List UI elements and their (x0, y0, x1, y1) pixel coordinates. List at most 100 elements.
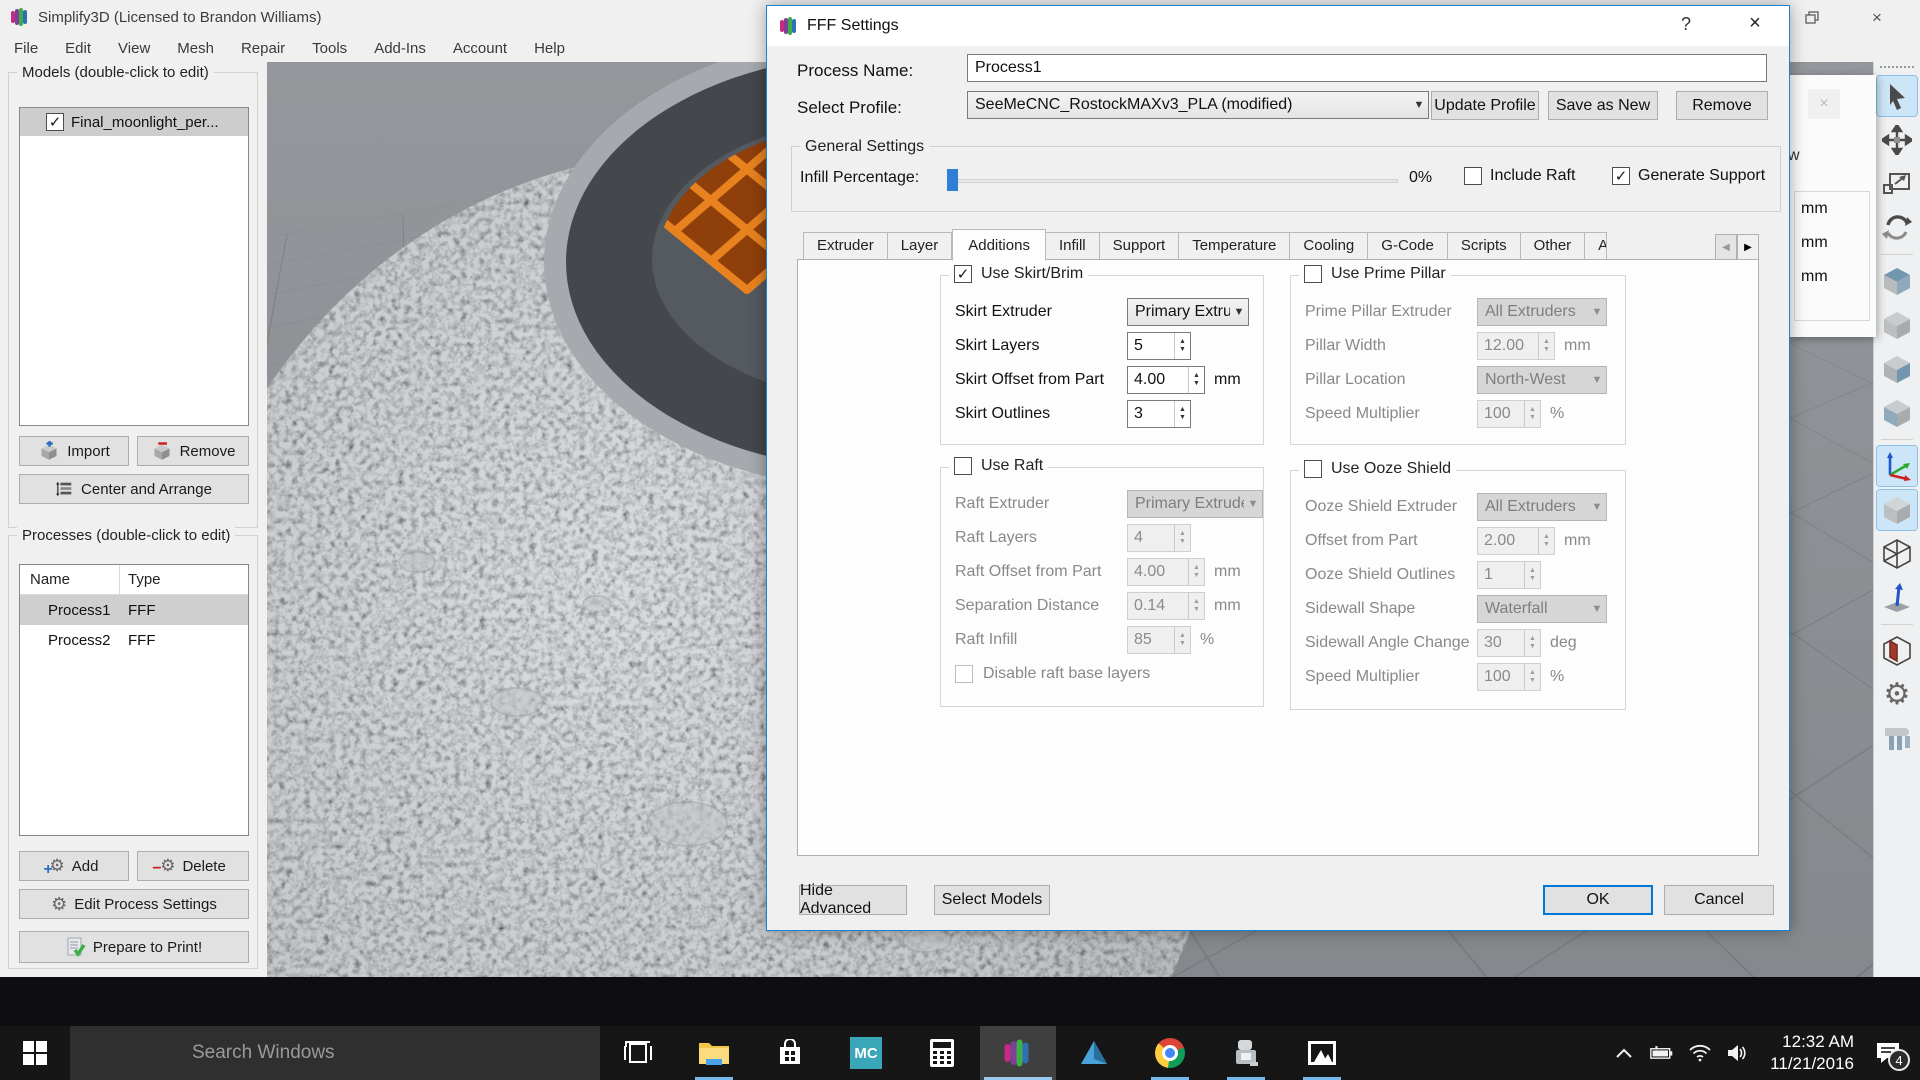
menu-view[interactable]: View (118, 40, 150, 57)
support-structures-icon[interactable] (1877, 719, 1917, 759)
move-tool-icon[interactable] (1877, 120, 1917, 160)
view-cube-side-icon[interactable] (1877, 349, 1917, 389)
tab-support[interactable]: Support (1099, 232, 1180, 260)
generate-support-checkbox[interactable]: Generate Support (1612, 167, 1765, 185)
infill-slider[interactable] (950, 179, 1398, 183)
menu-edit[interactable]: Edit (65, 40, 91, 57)
process-row-2[interactable]: Process2 FFF (20, 625, 248, 655)
tab-other[interactable]: Other (1520, 232, 1586, 260)
process-name-input[interactable]: Process1 (967, 54, 1767, 82)
spinner-arrows-icon[interactable]: ▲ ▼ (1174, 333, 1190, 359)
skirt-offset-spinner[interactable]: 4.00 ▲ ▼ (1127, 366, 1205, 394)
cancel-button[interactable]: Cancel (1664, 885, 1774, 915)
menu-addins[interactable]: Add-Ins (374, 40, 426, 57)
task-view-button[interactable] (600, 1026, 676, 1080)
volume-icon[interactable] (1726, 1041, 1750, 1065)
help-icon[interactable]: ? (1672, 14, 1700, 40)
fff-close-icon[interactable]: × (1737, 12, 1773, 40)
fff-dialog-titlebar[interactable]: FFF Settings (767, 6, 1789, 46)
ok-button[interactable]: OK (1543, 885, 1653, 915)
battery-icon[interactable] (1650, 1041, 1674, 1065)
menu-file[interactable]: File (14, 40, 38, 57)
wireframe-view-icon[interactable] (1877, 534, 1917, 574)
taskbar-store[interactable] (752, 1026, 828, 1080)
simplify3d-taskbar-icon (1004, 1039, 1029, 1067)
restore-icon[interactable] (1796, 6, 1830, 30)
center-arrange-button[interactable]: Center and Arrange (19, 474, 249, 504)
taskbar-mattercontrol[interactable]: MC (828, 1026, 904, 1080)
start-button[interactable] (0, 1026, 70, 1080)
checkbox-icon[interactable] (1612, 167, 1630, 185)
rotate-tool-icon[interactable] (1877, 208, 1917, 248)
model-list-item[interactable]: Final_moonlight_per... (20, 108, 248, 136)
remove-profile-button[interactable]: Remove (1676, 91, 1768, 120)
cross-section-icon[interactable] (1877, 631, 1917, 671)
tab-partial[interactable]: A (1585, 232, 1608, 260)
model-visible-checkbox[interactable] (46, 113, 64, 131)
clock[interactable]: 12:32 AM 11/21/2016 (1770, 1031, 1854, 1075)
simplify3d-logo-icon (780, 17, 796, 35)
surface-normals-icon[interactable] (1877, 578, 1917, 618)
taskbar-search-input[interactable]: Search Windows (70, 1026, 600, 1080)
spinner-arrows-icon[interactable]: ▲ ▼ (1188, 367, 1204, 393)
skirt-outlines-spinner[interactable]: 3 ▲ ▼ (1127, 400, 1191, 428)
profile-select[interactable]: SeeMeCNC_RostockMAXv3_PLA (modified) ▼ (967, 91, 1429, 119)
solid-view-icon[interactable] (1876, 489, 1918, 531)
hide-advanced-button[interactable]: Hide Advanced (799, 882, 907, 917)
taskbar-simplify3d[interactable] (980, 1026, 1056, 1080)
axes-icon[interactable] (1876, 445, 1918, 487)
close-icon[interactable]: × (1860, 6, 1894, 30)
tray-chevron-icon[interactable] (1612, 1041, 1636, 1065)
menu-mesh[interactable]: Mesh (177, 40, 214, 57)
view-cube-front-icon[interactable] (1877, 305, 1917, 345)
taskbar-file-explorer[interactable] (676, 1026, 752, 1080)
view-cube-iso-icon[interactable] (1877, 393, 1917, 433)
tab-scroll-right-icon[interactable]: ▶ (1737, 234, 1759, 260)
menu-account[interactable]: Account (453, 40, 507, 57)
checkbox-icon[interactable] (1464, 167, 1482, 185)
wifi-icon[interactable] (1688, 1041, 1712, 1065)
menu-repair[interactable]: Repair (241, 40, 285, 57)
spinner-arrows-icon[interactable]: ▲ ▼ (1174, 401, 1190, 427)
hidden-dialog-close-icon[interactable]: × (1808, 89, 1840, 119)
tab-temperature[interactable]: Temperature (1179, 232, 1291, 260)
import-button[interactable]: Import (19, 436, 129, 466)
taskbar-calculator[interactable] (904, 1026, 980, 1080)
delete-process-button[interactable]: ⚙ − Delete (137, 851, 249, 881)
tab-scripts[interactable]: Scripts (1447, 232, 1521, 260)
tab-scroll-left-icon[interactable]: ◀ (1715, 234, 1737, 260)
include-raft-checkbox[interactable]: Include Raft (1464, 167, 1575, 185)
save-as-new-button[interactable]: Save as New (1548, 91, 1658, 120)
taskbar-chrome[interactable] (1132, 1026, 1208, 1080)
infill-slider-handle[interactable] (947, 169, 958, 191)
tab-infill[interactable]: Infill (1045, 232, 1100, 260)
prepare-to-print-button[interactable]: Prepare to Print! (19, 931, 249, 963)
tab-extruder[interactable]: Extruder (803, 232, 888, 260)
tab-cooling[interactable]: Cooling (1290, 232, 1369, 260)
add-process-button[interactable]: ⚙ + Add (19, 851, 129, 881)
edit-process-settings-button[interactable]: ⚙ Edit Process Settings (19, 889, 249, 919)
settings-gear-icon[interactable]: ⚙ (1877, 675, 1917, 715)
skirt-layers-spinner[interactable]: 5 ▲ ▼ (1127, 332, 1191, 360)
models-list[interactable]: Final_moonlight_per... (19, 107, 249, 426)
taskbar-printer-app[interactable] (1208, 1026, 1284, 1080)
scale-tool-icon[interactable] (1877, 164, 1917, 204)
select-models-button[interactable]: Select Models (934, 885, 1050, 915)
process-table[interactable]: Name Type Process1 FFF Process2 FFF (19, 564, 249, 836)
action-center-button[interactable]: 4 (1868, 1033, 1910, 1073)
view-cube-top-icon[interactable] (1877, 261, 1917, 301)
tab-gcode[interactable]: G-Code (1368, 232, 1448, 260)
select-cursor-icon[interactable] (1876, 75, 1918, 117)
toolbar-drag-handle[interactable] (1880, 66, 1914, 72)
tab-layer[interactable]: Layer (887, 232, 953, 260)
models-group-legend: Models (double-click to edit) (17, 64, 214, 81)
update-profile-button[interactable]: Update Profile (1431, 91, 1539, 120)
skirt-extruder-select[interactable]: Primary Extruder▼ (1127, 298, 1249, 326)
menu-tools[interactable]: Tools (312, 40, 347, 57)
taskbar-triangle-app[interactable] (1056, 1026, 1132, 1080)
taskbar-photos[interactable] (1284, 1026, 1360, 1080)
menu-help[interactable]: Help (534, 40, 565, 57)
process-row-1[interactable]: Process1 FFF (20, 595, 248, 625)
remove-model-button[interactable]: Remove (137, 436, 249, 466)
tab-additions[interactable]: Additions (952, 229, 1046, 261)
